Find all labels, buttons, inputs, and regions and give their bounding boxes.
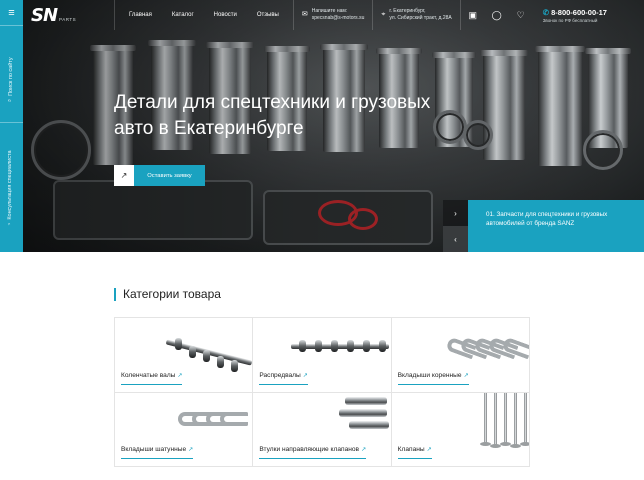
slide-caption[interactable]: 01. Запчасти для спецтехники и грузовых … xyxy=(468,200,644,252)
arrow-up-right-icon[interactable]: ↗ xyxy=(114,165,134,186)
search-icon: ⌕ xyxy=(7,98,13,102)
category-card-valve-guides[interactable]: Втулки направляющие клапанов ↗ xyxy=(253,392,392,467)
category-label: Коленчатые валы ↗ xyxy=(121,372,183,385)
categories-grid: Коленчатые валы ↗ Распредвалы ↗ Вкладыши… xyxy=(114,317,530,467)
header-address: ⌖ г. Екатеринбург, ул. Сибирский тракт, … xyxy=(373,0,461,30)
main-bearings-image xyxy=(445,324,529,369)
main-nav: Главная Каталог Новости Отзывы xyxy=(115,0,294,30)
chevron-left-icon[interactable]: ‹ xyxy=(443,226,468,252)
phone-number: 8-800-600-00-17 xyxy=(551,7,607,17)
crankshaft-image xyxy=(165,328,253,378)
hero-title: Детали для спецтехники и грузовых авто в… xyxy=(114,92,431,139)
phone-note: Звонок по РФ бесплатный xyxy=(542,17,598,23)
rail-search-link[interactable]: ⌕ Поиск по сайту xyxy=(7,57,14,102)
logo-sub: PARTS xyxy=(59,17,77,22)
chevron-right-icon[interactable]: › xyxy=(443,200,468,226)
location-icon: ⌖ xyxy=(381,11,386,19)
rail-consult-link[interactable]: ◔ Консультация специалиста xyxy=(7,150,13,226)
email-label: Напишите нам: xyxy=(311,8,348,15)
category-label: Вкладыши шатунные ↗ xyxy=(121,446,194,459)
category-card-rod-bearings[interactable]: Вкладыши шатунные ↗ xyxy=(115,392,254,467)
valves-image xyxy=(479,392,529,448)
heading-accent xyxy=(114,287,116,301)
nav-news[interactable]: Новости xyxy=(214,12,237,18)
category-card-camshafts[interactable]: Распредвалы ↗ xyxy=(253,318,392,393)
categories-heading: Категории товара xyxy=(114,287,221,301)
header-phone[interactable]: ✆ 8-800-600-00-17 Звонок по РФ бесплатны… xyxy=(533,0,607,30)
arrow-up-right-icon: ↗ xyxy=(463,372,469,379)
arrow-up-right-icon: ↗ xyxy=(177,372,183,379)
email-value: specsnab@s-motors.su xyxy=(311,15,365,21)
category-card-valves[interactable]: Клапаны ↗ xyxy=(391,392,530,467)
mail-icon: ✉ xyxy=(301,11,308,19)
rail-consult-label: Консультация специалиста xyxy=(7,150,13,220)
arrow-up-right-icon: ↗ xyxy=(188,447,194,454)
category-card-main-bearings[interactable]: Вкладыши коренные ↗ xyxy=(391,318,530,393)
chat-icon: ◔ xyxy=(7,222,13,226)
categories-title: Категории товара xyxy=(123,287,221,301)
category-label: Распредвалы ↗ xyxy=(259,372,308,385)
rail-search-label: Поиск по сайту xyxy=(7,57,14,96)
valve-guides-image xyxy=(339,395,390,435)
category-label: Вкладыши коренные ↗ xyxy=(397,372,469,385)
page: ≡ ⌕ Поиск по сайту ◔ Консультация специа… xyxy=(0,0,644,480)
compare-icon[interactable]: ▣ xyxy=(461,0,485,30)
menu-icon[interactable]: ≡ xyxy=(0,0,23,26)
logo-mark: SN xyxy=(31,4,58,26)
cta-group: ↗ Оставить заявку xyxy=(114,165,205,186)
arrow-up-right-icon: ↗ xyxy=(426,447,432,454)
side-rail: ≡ ⌕ Поиск по сайту ◔ Консультация специа… xyxy=(0,0,23,252)
rod-bearings-image xyxy=(178,399,252,444)
address-line1: г. Екатеринбург, xyxy=(389,8,426,15)
nav-home[interactable]: Главная xyxy=(129,12,152,18)
user-icon[interactable]: ◯ xyxy=(485,0,509,30)
category-label: Втулки направляющие клапанов ↗ xyxy=(259,446,367,459)
category-label: Клапаны ↗ xyxy=(397,446,432,459)
logo[interactable]: SN PARTS xyxy=(23,0,115,30)
arrow-up-right-icon: ↗ xyxy=(361,447,367,454)
header-icons: ▣ ◯ ♡ xyxy=(461,0,533,30)
phone-icon: ✆ xyxy=(542,7,550,17)
slider-nav: › ‹ xyxy=(443,200,468,252)
site-header: SN PARTS Главная Каталог Новости Отзывы … xyxy=(23,0,644,30)
arrow-up-right-icon: ↗ xyxy=(302,372,308,379)
category-card-crankshafts[interactable]: Коленчатые валы ↗ xyxy=(115,318,254,393)
camshaft-image xyxy=(291,332,390,362)
heart-icon[interactable]: ♡ xyxy=(509,0,533,30)
address-line2: ул. Сибирский тракт, д.28А xyxy=(389,15,452,21)
nav-reviews[interactable]: Отзывы xyxy=(257,12,279,18)
nav-catalog[interactable]: Каталог xyxy=(172,12,194,18)
header-email[interactable]: ✉ Напишите нам: specsnab@s-motors.su xyxy=(294,0,374,30)
request-button[interactable]: Оставить заявку xyxy=(134,165,205,186)
